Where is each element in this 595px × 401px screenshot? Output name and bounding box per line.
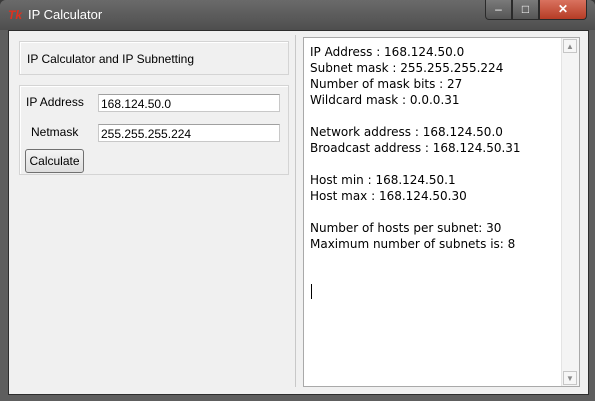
panel-divider bbox=[295, 35, 296, 387]
ip-address-label: IP Address bbox=[26, 95, 84, 109]
result-line: Broadcast address : 168.124.50.31 bbox=[310, 141, 521, 155]
ip-address-input[interactable]: 168.124.50.0 bbox=[98, 94, 280, 112]
result-line: Number of hosts per subnet: 30 bbox=[310, 221, 502, 235]
vertical-scrollbar[interactable]: ▲ ▼ bbox=[561, 38, 579, 386]
result-line: Number of mask bits : 27 bbox=[310, 77, 463, 91]
result-line bbox=[310, 204, 521, 220]
scroll-down-icon[interactable]: ▼ bbox=[563, 371, 577, 385]
close-button[interactable]: ✕ bbox=[539, 0, 587, 20]
calculate-button[interactable]: Calculate bbox=[25, 149, 84, 173]
result-line: Wildcard mask : 0.0.0.31 bbox=[310, 93, 460, 107]
netmask-input[interactable]: 255.255.255.224 bbox=[98, 124, 280, 142]
results-text-area[interactable]: IP Address : 168.124.50.0 Subnet mask : 2… bbox=[303, 37, 580, 387]
maximize-button[interactable]: □ bbox=[512, 0, 539, 20]
title-bar[interactable]: Tk IP Calculator – □ ✕ bbox=[0, 0, 595, 30]
result-line: IP Address : 168.124.50.0 bbox=[310, 45, 465, 59]
input-form: IP Address 168.124.50.0 Netmask 255.255.… bbox=[19, 85, 289, 175]
result-line bbox=[310, 156, 521, 172]
result-line: Host min : 168.124.50.1 bbox=[310, 173, 456, 187]
result-line: Network address : 168.124.50.0 bbox=[310, 125, 503, 139]
scroll-up-icon[interactable]: ▲ bbox=[563, 39, 577, 53]
minimize-button[interactable]: – bbox=[485, 0, 512, 20]
app-window: Tk IP Calculator – □ ✕ IP Calculator and… bbox=[0, 0, 595, 401]
tk-feather-icon: Tk bbox=[8, 8, 23, 22]
result-line: Host max : 168.124.50.30 bbox=[310, 189, 467, 203]
client-area: IP Calculator and IP Subnetting IP Addre… bbox=[8, 30, 589, 395]
app-heading: IP Calculator and IP Subnetting bbox=[27, 52, 195, 66]
text-caret bbox=[311, 284, 312, 299]
result-line: Maximum number of subnets is: 8 bbox=[310, 237, 516, 251]
result-line bbox=[310, 108, 521, 124]
heading-frame: IP Calculator and IP Subnetting bbox=[19, 41, 289, 75]
netmask-label: Netmask bbox=[31, 125, 79, 139]
results-lines: IP Address : 168.124.50.0 Subnet mask : 2… bbox=[310, 44, 521, 252]
window-title: IP Calculator bbox=[28, 7, 103, 22]
result-line: Subnet mask : 255.255.255.224 bbox=[310, 61, 504, 75]
